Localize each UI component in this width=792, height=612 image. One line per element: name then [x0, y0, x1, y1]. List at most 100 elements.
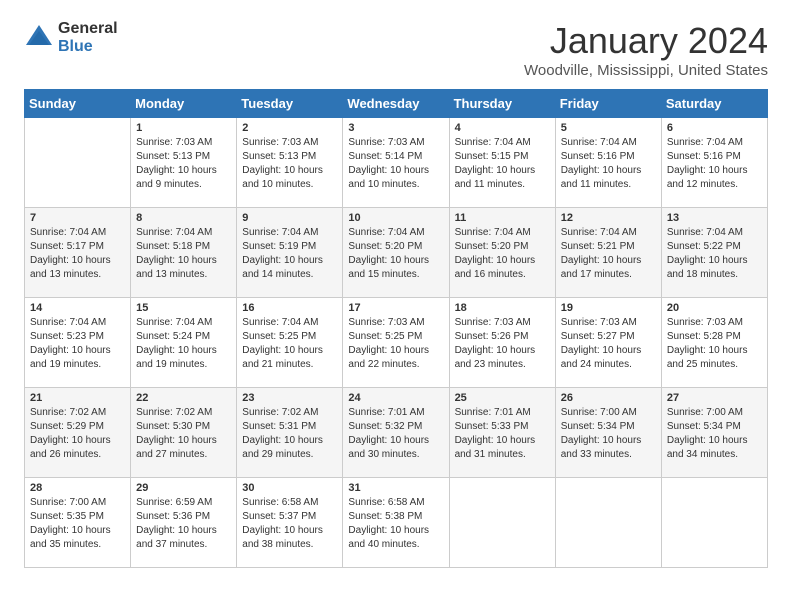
calendar-cell: 27Sunrise: 7:00 AM Sunset: 5:34 PM Dayli… — [661, 388, 767, 478]
header-sunday: Sunday — [25, 90, 131, 118]
calendar-cell — [661, 478, 767, 568]
day-number: 18 — [455, 302, 550, 314]
day-info: Sunrise: 7:00 AM Sunset: 5:34 PM Dayligh… — [667, 406, 762, 462]
day-info: Sunrise: 7:03 AM Sunset: 5:25 PM Dayligh… — [348, 316, 443, 372]
calendar-cell: 23 Sunrise: 7:02 AM Sunset: 5:31 PM Dayli… — [237, 388, 343, 478]
calendar-cell: 22 Sunrise: 7:02 AM Sunset: 5:30 PM Dayli… — [131, 388, 237, 478]
calendar-cell: 7 Sunrise: 7:04 AM Sunset: 5:17 PM Daylig… — [25, 208, 131, 298]
day-number: 28 — [30, 482, 125, 494]
day-info: Sunrise: 7:03 AM Sunset: 5:13 PM Dayligh… — [242, 136, 337, 192]
header-tuesday: Tuesday — [237, 90, 343, 118]
calendar-cell: 10 Sunrise: 7:04 AM Sunset: 5:20 PM Dayli… — [343, 208, 449, 298]
calendar-cell: 25Sunrise: 7:01 AM Sunset: 5:33 PM Dayli… — [449, 388, 555, 478]
calendar-week-4: 21 Sunrise: 7:02 AM Sunset: 5:29 PM Dayli… — [25, 388, 768, 478]
header-wednesday: Wednesday — [343, 90, 449, 118]
day-info: Sunrise: 7:04 AM Sunset: 5:17 PM Dayligh… — [30, 226, 125, 282]
day-number: 21 — [30, 392, 125, 404]
calendar-cell: 5 Sunrise: 7:04 AM Sunset: 5:16 PM Daylig… — [555, 118, 661, 208]
calendar-cell: 13 Sunrise: 7:04 AM Sunset: 5:22 PM Dayli… — [661, 208, 767, 298]
day-info: Sunrise: 7:00 AM Sunset: 5:35 PM Dayligh… — [30, 496, 125, 552]
day-number: 8 — [136, 212, 231, 224]
day-number: 23 — [242, 392, 337, 404]
day-number: 6 — [667, 122, 762, 134]
day-number: 13 — [667, 212, 762, 224]
calendar-cell: 17 Sunrise: 7:03 AM Sunset: 5:25 PM Dayli… — [343, 298, 449, 388]
day-number: 22 — [136, 392, 231, 404]
calendar-cell: 6 Sunrise: 7:04 AM Sunset: 5:16 PM Daylig… — [661, 118, 767, 208]
calendar-week-1: 1 Sunrise: 7:03 AM Sunset: 5:13 PM Daylig… — [25, 118, 768, 208]
day-info: Sunrise: 7:04 AM Sunset: 5:16 PM Dayligh… — [667, 136, 762, 192]
calendar-cell: 18Sunrise: 7:03 AM Sunset: 5:26 PM Dayli… — [449, 298, 555, 388]
day-info: Sunrise: 7:03 AM Sunset: 5:28 PM Dayligh… — [667, 316, 762, 372]
header-thursday: Thursday — [449, 90, 555, 118]
calendar-week-3: 14Sunrise: 7:04 AM Sunset: 5:23 PM Dayli… — [25, 298, 768, 388]
calendar-week-2: 7 Sunrise: 7:04 AM Sunset: 5:17 PM Daylig… — [25, 208, 768, 298]
day-info: Sunrise: 7:04 AM Sunset: 5:16 PM Dayligh… — [561, 136, 656, 192]
calendar-cell — [25, 118, 131, 208]
logo: General Blue — [24, 20, 118, 56]
day-info: Sunrise: 7:04 AM Sunset: 5:15 PM Dayligh… — [455, 136, 550, 192]
day-number: 26 — [561, 392, 656, 404]
logo-text-blue: Blue — [58, 38, 93, 55]
calendar-cell: 31 Sunrise: 6:58 AM Sunset: 5:38 PM Dayli… — [343, 478, 449, 568]
day-number: 12 — [561, 212, 656, 224]
calendar-cell: 19Sunrise: 7:03 AM Sunset: 5:27 PM Dayli… — [555, 298, 661, 388]
calendar-cell: 20 Sunrise: 7:03 AM Sunset: 5:28 PM Dayli… — [661, 298, 767, 388]
day-info: Sunrise: 7:02 AM Sunset: 5:31 PM Dayligh… — [242, 406, 337, 462]
header-saturday: Saturday — [661, 90, 767, 118]
calendar-body: 1 Sunrise: 7:03 AM Sunset: 5:13 PM Daylig… — [25, 118, 768, 568]
day-info: Sunrise: 7:03 AM Sunset: 5:13 PM Dayligh… — [136, 136, 231, 192]
calendar-cell: 12 Sunrise: 7:04 AM Sunset: 5:21 PM Dayli… — [555, 208, 661, 298]
calendar-cell: 14Sunrise: 7:04 AM Sunset: 5:23 PM Dayli… — [25, 298, 131, 388]
day-info: Sunrise: 7:02 AM Sunset: 5:29 PM Dayligh… — [30, 406, 125, 462]
day-number: 5 — [561, 122, 656, 134]
day-number: 16 — [242, 302, 337, 314]
calendar-header: Sunday Monday Tuesday Wednesday Thursday… — [25, 90, 768, 118]
day-number: 14 — [30, 302, 125, 314]
header-row: Sunday Monday Tuesday Wednesday Thursday… — [25, 90, 768, 118]
day-info: Sunrise: 7:04 AM Sunset: 5:25 PM Dayligh… — [242, 316, 337, 372]
day-number: 7 — [30, 212, 125, 224]
day-info: Sunrise: 7:01 AM Sunset: 5:33 PM Dayligh… — [455, 406, 550, 462]
calendar-cell: 9 Sunrise: 7:04 AM Sunset: 5:19 PM Daylig… — [237, 208, 343, 298]
day-info: Sunrise: 7:04 AM Sunset: 5:22 PM Dayligh… — [667, 226, 762, 282]
calendar-cell: 3 Sunrise: 7:03 AM Sunset: 5:14 PM Daylig… — [343, 118, 449, 208]
calendar-subtitle: Woodville, Mississippi, United States — [524, 62, 768, 79]
header-monday: Monday — [131, 90, 237, 118]
calendar-cell: 8Sunrise: 7:04 AM Sunset: 5:18 PM Daylig… — [131, 208, 237, 298]
day-info: Sunrise: 7:04 AM Sunset: 5:20 PM Dayligh… — [348, 226, 443, 282]
calendar-cell: 4Sunrise: 7:04 AM Sunset: 5:15 PM Daylig… — [449, 118, 555, 208]
calendar-cell: 26Sunrise: 7:00 AM Sunset: 5:34 PM Dayli… — [555, 388, 661, 478]
day-number: 3 — [348, 122, 443, 134]
calendar-cell: 24Sunrise: 7:01 AM Sunset: 5:32 PM Dayli… — [343, 388, 449, 478]
calendar-table: Sunday Monday Tuesday Wednesday Thursday… — [24, 89, 768, 568]
calendar-cell: 15 Sunrise: 7:04 AM Sunset: 5:24 PM Dayli… — [131, 298, 237, 388]
day-number: 31 — [348, 482, 443, 494]
calendar-week-5: 28 Sunrise: 7:00 AM Sunset: 5:35 PM Dayli… — [25, 478, 768, 568]
day-info: Sunrise: 7:01 AM Sunset: 5:32 PM Dayligh… — [348, 406, 443, 462]
day-info: Sunrise: 7:04 AM Sunset: 5:24 PM Dayligh… — [136, 316, 231, 372]
day-number: 11 — [455, 212, 550, 224]
day-number: 9 — [242, 212, 337, 224]
calendar-cell: 30Sunrise: 6:58 AM Sunset: 5:37 PM Dayli… — [237, 478, 343, 568]
calendar-cell: 28 Sunrise: 7:00 AM Sunset: 5:35 PM Dayli… — [25, 478, 131, 568]
day-info: Sunrise: 6:58 AM Sunset: 5:38 PM Dayligh… — [348, 496, 443, 552]
day-info: Sunrise: 7:04 AM Sunset: 5:19 PM Dayligh… — [242, 226, 337, 282]
calendar-cell: 21 Sunrise: 7:02 AM Sunset: 5:29 PM Dayli… — [25, 388, 131, 478]
day-info: Sunrise: 6:58 AM Sunset: 5:37 PM Dayligh… — [242, 496, 337, 552]
header-area: General Blue January 2024 Woodville, Mis… — [24, 20, 768, 79]
day-number: 15 — [136, 302, 231, 314]
calendar-cell — [449, 478, 555, 568]
day-info: Sunrise: 7:02 AM Sunset: 5:30 PM Dayligh… — [136, 406, 231, 462]
day-number: 1 — [136, 122, 231, 134]
day-number: 29 — [136, 482, 231, 494]
day-info: Sunrise: 7:03 AM Sunset: 5:14 PM Dayligh… — [348, 136, 443, 192]
day-info: Sunrise: 7:03 AM Sunset: 5:27 PM Dayligh… — [561, 316, 656, 372]
day-info: Sunrise: 7:04 AM Sunset: 5:21 PM Dayligh… — [561, 226, 656, 282]
calendar-cell: 11Sunrise: 7:04 AM Sunset: 5:20 PM Dayli… — [449, 208, 555, 298]
day-number: 10 — [348, 212, 443, 224]
logo-icon — [24, 23, 54, 53]
day-number: 20 — [667, 302, 762, 314]
day-number: 17 — [348, 302, 443, 314]
header-friday: Friday — [555, 90, 661, 118]
